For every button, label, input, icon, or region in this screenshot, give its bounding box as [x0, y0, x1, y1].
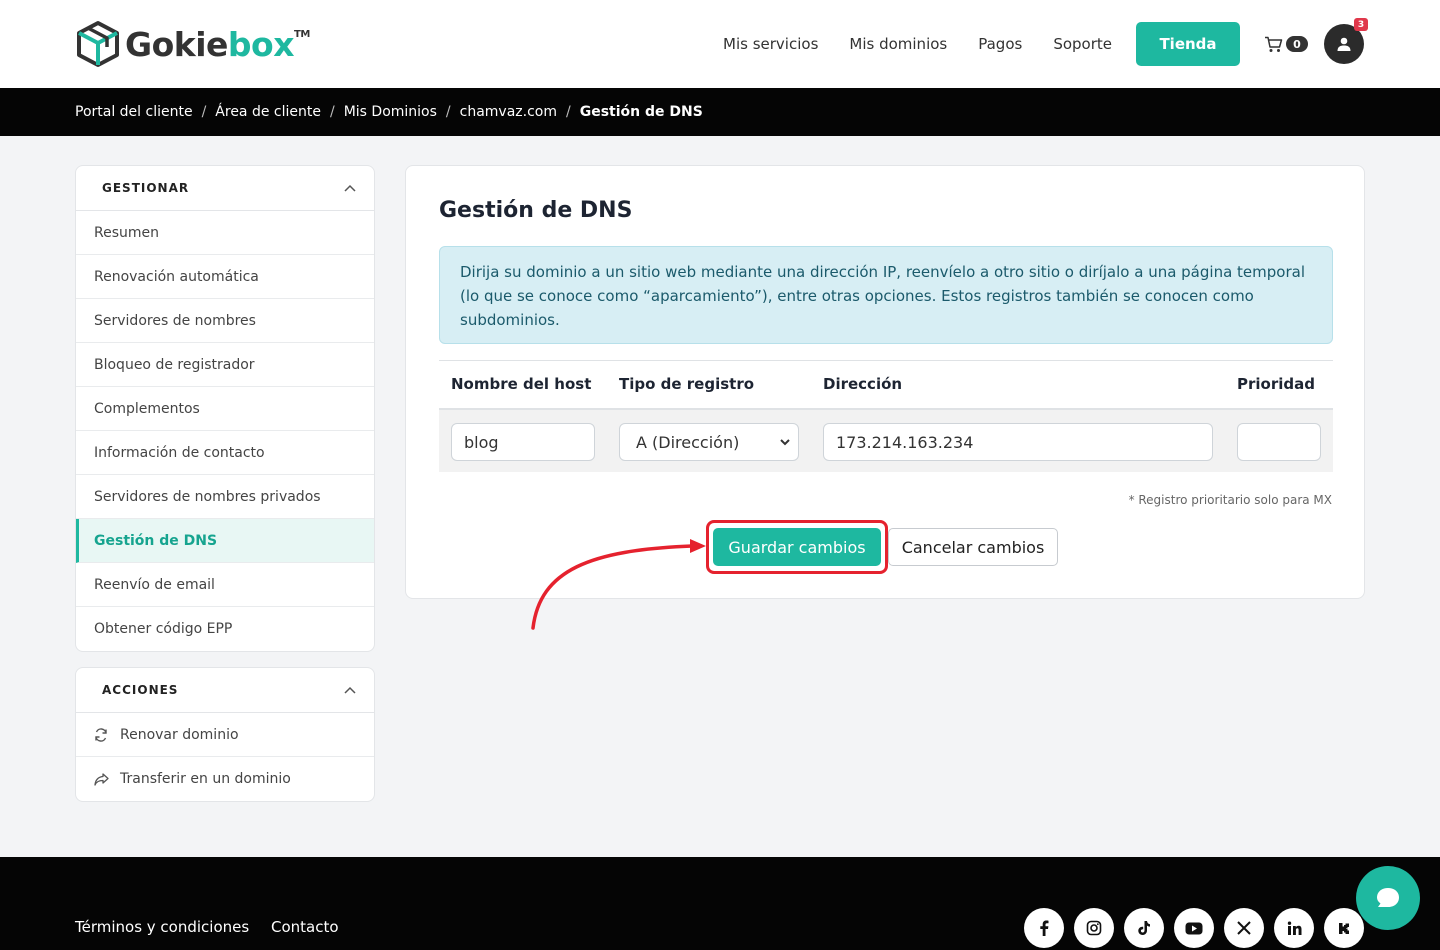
sidebar-item-resumen[interactable]: Resumen	[76, 211, 374, 255]
host-input[interactable]: blog	[451, 423, 595, 461]
sidebar-item-complementos[interactable]: Complementos	[76, 387, 374, 431]
store-button[interactable]: Tienda	[1136, 22, 1240, 66]
nav-mis-servicios[interactable]: Mis servicios	[723, 35, 818, 53]
record-type-select[interactable]: A (Dirección)	[619, 423, 799, 461]
cancel-button[interactable]: Cancelar cambios	[888, 528, 1058, 566]
nav-pagos[interactable]: Pagos	[978, 35, 1022, 53]
col-host: Nombre del host	[451, 375, 592, 393]
sidebar-item-contacto[interactable]: Información de contacto	[76, 431, 374, 475]
youtube-icon[interactable]	[1174, 908, 1214, 948]
priority-note: * Registro prioritario solo para MX	[1128, 493, 1332, 507]
sidebar-item-bloqueo[interactable]: Bloqueo de registrador	[76, 343, 374, 387]
breadcrumb-portal[interactable]: Portal del cliente	[75, 104, 193, 120]
actions-panel-header[interactable]: ACCIONES	[76, 668, 374, 713]
actions-panel-title: ACCIONES	[102, 683, 179, 697]
kick-icon[interactable]	[1324, 908, 1364, 948]
refresh-icon	[94, 727, 110, 742]
main-nav: Mis servicios Mis dominios Pagos Soporte…	[723, 18, 1368, 66]
priority-input[interactable]	[1237, 423, 1321, 461]
sidebar-item-renovacion[interactable]: Renovación automática	[76, 255, 374, 299]
save-button[interactable]: Guardar cambios	[713, 528, 881, 566]
col-type: Tipo de registro	[619, 375, 755, 393]
chevron-up-icon[interactable]	[344, 184, 356, 192]
brand-logo[interactable]: GokieboxTM	[75, 20, 310, 68]
breadcrumb-separator: /	[566, 104, 571, 120]
page-title: Gestión de DNS	[439, 198, 633, 223]
cart-icon	[1265, 36, 1283, 52]
footer-terms-link[interactable]: Términos y condiciones	[75, 918, 249, 936]
breadcrumb-domain[interactable]: chamvaz.com	[460, 104, 557, 120]
instagram-icon[interactable]	[1074, 908, 1114, 948]
manage-panel-header[interactable]: GESTIONAR	[76, 166, 374, 211]
chat-widget-button[interactable]	[1356, 866, 1420, 930]
sidebar-item-servidores[interactable]: Servidores de nombres	[76, 299, 374, 343]
cart-count-badge: 0	[1286, 36, 1308, 52]
nav-soporte[interactable]: Soporte	[1053, 35, 1112, 53]
dns-table-header: Nombre del host Tipo de registro Direcci…	[439, 360, 1333, 410]
breadcrumb-separator: /	[201, 104, 207, 120]
col-address: Dirección	[823, 375, 903, 393]
manage-panel: GESTIONAR Resumen Renovación automática …	[75, 165, 375, 652]
breadcrumb-mis-dominios[interactable]: Mis Dominios	[344, 104, 437, 120]
manage-panel-title: GESTIONAR	[102, 181, 190, 195]
box-logo-icon	[77, 21, 119, 67]
action-renew-label: Renovar dominio	[120, 726, 239, 743]
share-arrow-icon	[94, 772, 110, 786]
x-icon[interactable]	[1224, 908, 1264, 948]
breadcrumb-current: Gestión de DNS	[579, 104, 703, 120]
social-links	[1014, 908, 1364, 948]
linkedin-icon[interactable]	[1274, 908, 1314, 948]
action-transfer-label: Transferir en un dominio	[120, 771, 291, 787]
action-renew-domain[interactable]: Renovar dominio	[76, 713, 374, 757]
chat-bubble-icon	[1377, 888, 1399, 907]
brand-name: GokieboxTM	[125, 24, 310, 64]
user-icon	[1337, 37, 1351, 51]
breadcrumb-separator: /	[329, 104, 335, 120]
breadcrumb-area-cliente[interactable]: Área de cliente	[215, 104, 321, 120]
record-type-value: A (Dirección)	[636, 432, 740, 452]
sidebar-item-servidores-privados[interactable]: Servidores de nombres privados	[76, 475, 374, 519]
tiktok-icon[interactable]	[1124, 908, 1164, 948]
sidebar-item-reenvio-email[interactable]: Reenvío de email	[76, 563, 374, 607]
breadcrumb-separator: /	[445, 104, 451, 120]
info-alert: Dirija su dominio a un sitio web mediant…	[439, 246, 1333, 344]
address-input[interactable]: 173.214.163.234	[823, 423, 1213, 461]
facebook-icon[interactable]	[1024, 908, 1064, 948]
chevron-down-icon	[780, 439, 790, 446]
col-priority: Prioridad	[1237, 375, 1315, 393]
table-row: blog A (Dirección) 173.214.163.234	[439, 410, 1333, 472]
annotation-arrow	[531, 539, 706, 630]
sidebar-item-dns[interactable]: Gestión de DNS	[76, 519, 374, 563]
cart-button[interactable]: 0	[1264, 36, 1308, 53]
sidebar-item-codigo-epp[interactable]: Obtener código EPP	[76, 607, 374, 651]
footer-contact-link[interactable]: Contacto	[271, 918, 339, 936]
account-avatar[interactable]: 3	[1324, 18, 1368, 64]
nav-mis-dominios[interactable]: Mis dominios	[849, 35, 947, 53]
action-transfer-domain[interactable]: Transferir en un dominio	[76, 757, 374, 801]
chevron-up-icon[interactable]	[344, 686, 356, 694]
notification-badge: 3	[1354, 18, 1368, 31]
breadcrumb: Portal del cliente / Área de cliente / M…	[0, 88, 1440, 136]
actions-panel: ACCIONES Renovar dominio Transferir en u…	[75, 667, 375, 802]
site-footer: Términos y condiciones Contacto	[0, 857, 1440, 950]
site-header: GokieboxTM Mis servicios Mis dominios Pa…	[0, 0, 1440, 88]
